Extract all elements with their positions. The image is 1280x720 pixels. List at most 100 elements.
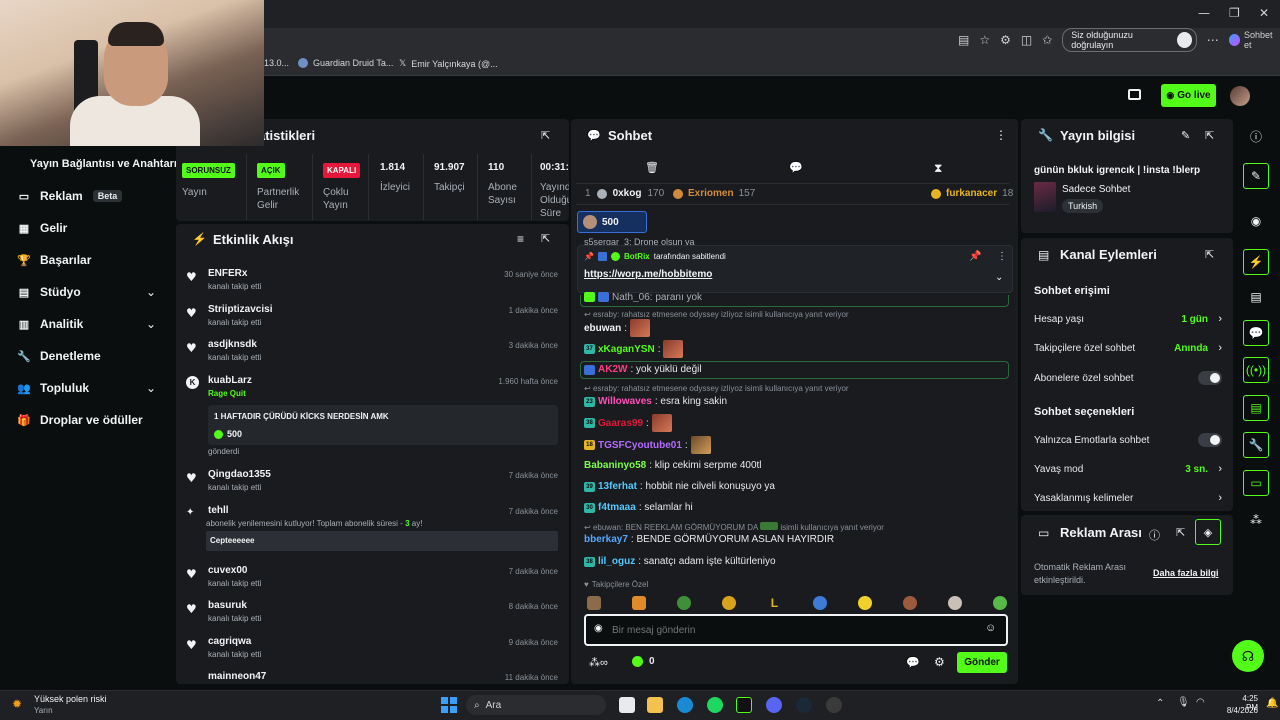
nav-item-ads[interactable]: ▭ Reklam Beta	[18, 189, 123, 203]
favorite-star-icon[interactable]: ☆	[979, 33, 990, 47]
hourglass-icon[interactable]: ⧗	[934, 161, 942, 176]
close-window-button[interactable]: ✕	[1259, 6, 1269, 20]
chat-mode-icon[interactable]: 💬	[789, 161, 803, 174]
window-icon[interactable]: ▭	[1243, 470, 1269, 496]
chat-username[interactable]: Gaaras99	[598, 418, 643, 429]
weather-title[interactable]: Yüksek polen riski	[34, 694, 107, 704]
edit-stream-icon[interactable]: ✎	[1243, 163, 1269, 189]
unpin-icon[interactable]: 📌	[969, 251, 981, 262]
feed-username[interactable]: tehll	[208, 505, 229, 516]
emote-9-icon[interactable]	[947, 596, 962, 610]
setting-banned-words[interactable]: Yasaklanmış kelimeler ›	[1034, 492, 1222, 504]
chat-input[interactable]	[612, 620, 972, 640]
chat-username[interactable]: ebuwan	[584, 323, 621, 334]
feed-username[interactable]: basuruk	[208, 600, 247, 611]
support-icon[interactable]: ☊	[1232, 640, 1264, 672]
discord-icon[interactable]	[766, 697, 782, 713]
trash-icon[interactable]: 🗑	[645, 161, 659, 174]
emote-4-icon[interactable]	[722, 596, 737, 610]
stream-key-link[interactable]: Yayın Bağlantısı ve Anahtarı	[30, 158, 177, 170]
leaderboard-entry-1[interactable]: 1 0xkog 170	[585, 188, 664, 199]
spotify-icon[interactable]	[707, 697, 723, 713]
popout-icon[interactable]: ⇱	[541, 232, 550, 245]
chat-username[interactable]: xKaganYSN	[598, 344, 655, 355]
copilot-chat-button[interactable]: Sohbet et	[1228, 30, 1280, 50]
kicks-balance[interactable]: 0	[632, 656, 655, 667]
chat-more-icon[interactable]: ⋮	[995, 128, 1007, 142]
pinned-more-icon[interactable]: ⋮	[997, 251, 1007, 262]
more-menu-icon[interactable]: ⋯	[1207, 33, 1219, 47]
nav-item-studio[interactable]: ▤ Stüdyo	[18, 285, 81, 299]
channel-actions-icon[interactable]: ▤	[1243, 395, 1269, 421]
chat-username[interactable]: bberkay7	[584, 534, 628, 545]
feed-username[interactable]: cagriqwa	[208, 636, 251, 647]
maximize-button[interactable]: ❐	[1229, 6, 1240, 20]
chat-username[interactable]: 13ferhat	[598, 481, 637, 492]
chat-username[interactable]: AK2W	[598, 364, 627, 375]
go-live-button[interactable]: ◉ Go live	[1161, 84, 1216, 107]
chevron-up-icon[interactable]: ⌃	[1156, 698, 1164, 709]
feed-username[interactable]: cuvex00	[208, 565, 247, 576]
ad-settings-icon[interactable]: ◈	[1195, 519, 1221, 545]
chat-username[interactable]: TGSFCyoutube01	[598, 440, 682, 451]
add-widget-icon[interactable]: ⁂	[1247, 511, 1265, 529]
bolt-icon[interactable]: ⚡	[1243, 249, 1269, 275]
wrench-icon[interactable]: 🔧	[1243, 432, 1269, 458]
emote-5-icon[interactable]: L	[767, 596, 781, 610]
send-button[interactable]: Gönder	[957, 652, 1007, 673]
learn-more-link[interactable]: Daha fazla bilgi	[1153, 568, 1219, 578]
kick-studio-icon[interactable]	[736, 697, 752, 713]
split-screen-icon[interactable]: ◫	[1021, 33, 1032, 47]
edge-browser-icon[interactable]	[677, 697, 693, 713]
chat-popout-icon[interactable]: 💬	[906, 656, 920, 669]
app-icon[interactable]	[826, 697, 842, 713]
bookmark-2[interactable]: Guardian Druid Ta...	[298, 58, 393, 68]
chat-username[interactable]: lil_oguz	[598, 556, 635, 567]
nav-item-moderation[interactable]: 🔧 Denetleme	[17, 349, 101, 363]
nav-item-achievements[interactable]: 🏆 Başarılar	[17, 253, 91, 267]
notification-icon[interactable]: 🔔	[1266, 698, 1278, 709]
avatar[interactable]	[1230, 86, 1250, 106]
popout-icon[interactable]: ⇱	[1205, 248, 1214, 261]
taskbar-search[interactable]: ⌕ Ara	[466, 695, 606, 715]
nav-item-analytics[interactable]: ▥ Analitik	[18, 317, 84, 331]
popout-icon[interactable]: ⇱	[1205, 129, 1214, 142]
emote-1-icon[interactable]	[587, 596, 601, 610]
subscribers-only-toggle[interactable]	[1198, 371, 1222, 385]
setting-followers-only[interactable]: Takipçilere özel sohbet Anında ›	[1034, 342, 1222, 354]
nav-item-drops[interactable]: 🎁 Droplar ve ödüller	[17, 413, 143, 427]
gift-counter[interactable]: 500	[577, 211, 647, 233]
setting-slow-mode[interactable]: Yavaş mod 3 sn. ›	[1034, 463, 1222, 475]
chevron-down-icon[interactable]: ⌄	[146, 317, 156, 331]
info-icon[interactable]: ⓘ	[1149, 527, 1160, 543]
verify-identity-button[interactable]: Siz olduğunuzu doğrulayın	[1062, 28, 1197, 52]
chat-username[interactable]: Willowaves	[598, 396, 652, 407]
emote-8-icon[interactable]	[902, 596, 917, 610]
emote-10-icon[interactable]	[992, 596, 1007, 610]
feed-username[interactable]: mainneon47	[208, 671, 266, 682]
popout-icon[interactable]: ⇱	[541, 129, 550, 142]
reader-icon[interactable]: ▤	[958, 33, 969, 47]
document-icon[interactable]: ▤	[1247, 288, 1265, 306]
chat-icon[interactable]: 💬	[1243, 320, 1269, 346]
feed-username[interactable]: Striiptizavcisi	[208, 304, 272, 315]
nav-item-revenue[interactable]: ▦ Gelir	[18, 221, 68, 235]
filter-icon[interactable]: ≡	[517, 232, 524, 246]
emote-2-icon[interactable]	[632, 596, 647, 610]
emote-7-icon[interactable]	[857, 596, 872, 610]
extensions-icon[interactable]: ⚙	[1000, 33, 1011, 47]
bookmark-1[interactable]: 13.0...	[264, 58, 289, 68]
leaderboard-entry-2[interactable]: Exriomen 157	[673, 188, 755, 199]
windows-start-icon[interactable]	[441, 697, 457, 713]
steam-icon[interactable]	[796, 697, 812, 713]
microphone-icon[interactable]: 🎙	[1177, 697, 1190, 708]
feed-username[interactable]: kuabLarz	[208, 375, 252, 386]
chat-username[interactable]: f4tmaaa	[598, 502, 636, 513]
emoji-picker-icon[interactable]: ☺	[985, 622, 996, 634]
emote-6-icon[interactable]	[812, 596, 827, 610]
favorites-icon[interactable]: ✩	[1042, 33, 1052, 47]
pinned-author[interactable]: BotRix	[624, 252, 650, 261]
bookmark-3[interactable]: 𝕏 Emir Yalçınkaya (@...	[399, 58, 498, 69]
broadcast-icon[interactable]: ((•))	[1243, 357, 1269, 383]
task-view-icon[interactable]	[619, 697, 635, 713]
